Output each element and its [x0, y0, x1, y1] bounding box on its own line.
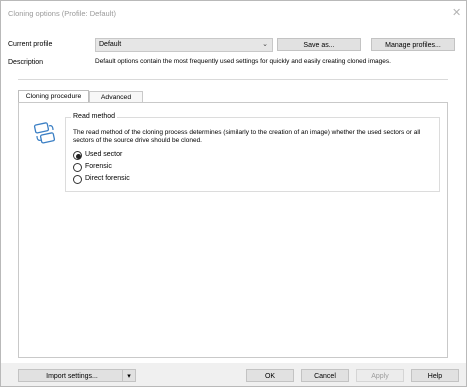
read-method-description: The read method of the cloning process d… — [73, 129, 421, 144]
read-method-group: Read method The read method of the cloni… — [65, 113, 440, 192]
import-settings-label: Import settings... — [46, 373, 98, 380]
current-profile-label: Current profile — [8, 41, 53, 48]
read-method-title: Read method — [71, 113, 118, 120]
import-settings-button[interactable]: Import settings... ▾ — [18, 369, 136, 382]
radio-button-icon[interactable] — [73, 175, 82, 184]
chevron-down-icon[interactable]: ▾ — [122, 370, 135, 381]
description-label: Description — [8, 59, 44, 66]
cancel-button[interactable]: Cancel — [301, 369, 349, 382]
profile-select[interactable]: Default ⌄ — [95, 38, 273, 52]
tab-panel-cloning-procedure: Read method The read method of the cloni… — [18, 102, 448, 358]
divider — [18, 79, 448, 80]
radio-button-icon[interactable] — [73, 151, 82, 160]
radio-button-icon[interactable] — [73, 163, 82, 172]
title-bar: Cloning options (Profile: Default) ✕ — [1, 1, 466, 25]
dialog-footer: Import settings... ▾ OK Cancel Apply Hel… — [1, 363, 466, 386]
ok-button[interactable]: OK — [246, 369, 294, 382]
profile-description: Default options contain the most frequen… — [95, 58, 391, 65]
save-as-button[interactable]: Save as... — [277, 38, 361, 51]
radio-label: Direct forensic — [85, 175, 130, 182]
radio-label: Used sector — [85, 151, 123, 158]
chevron-down-icon: ⌄ — [262, 41, 268, 48]
window-title: Cloning options (Profile: Default) — [8, 9, 116, 18]
apply-button[interactable]: Apply — [356, 369, 404, 382]
manage-profiles-button[interactable]: Manage profiles... — [371, 38, 455, 51]
radio-label: Forensic — [85, 163, 112, 170]
cloning-options-dialog: Cloning options (Profile: Default) ✕ Cur… — [0, 0, 467, 387]
profile-select-value: Default — [99, 41, 122, 48]
clone-drives-icon — [33, 122, 56, 144]
close-icon[interactable]: ✕ — [452, 6, 461, 19]
help-button[interactable]: Help — [411, 369, 459, 382]
